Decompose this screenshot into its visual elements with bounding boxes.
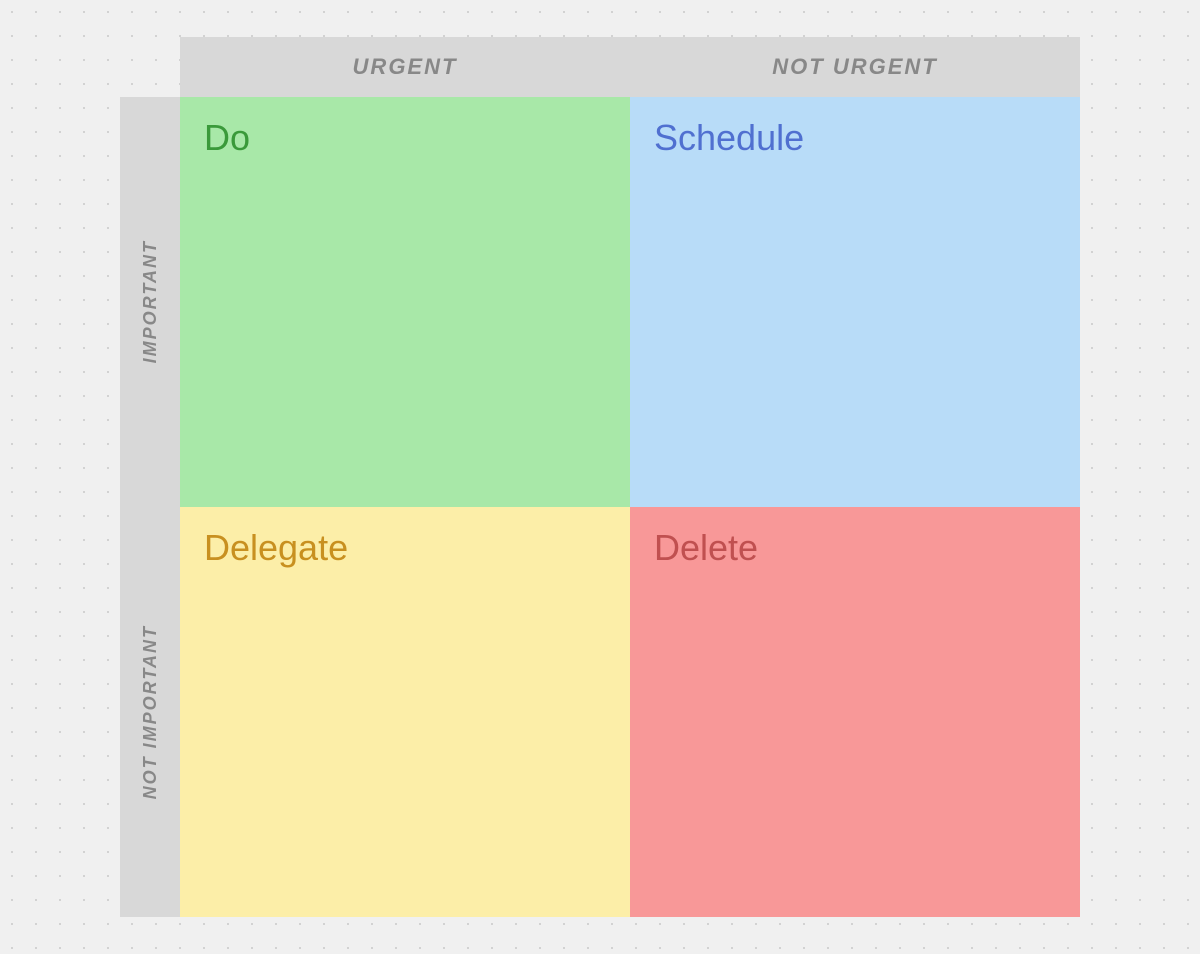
quadrant-schedule-label: Schedule bbox=[654, 117, 804, 158]
quadrant-schedule: Schedule bbox=[630, 97, 1080, 507]
quadrant-delete: Delete bbox=[630, 507, 1080, 917]
quadrant-do-label: Do bbox=[204, 117, 250, 158]
corner-cell bbox=[120, 37, 180, 97]
side-not-important: NOT IMPORTANT bbox=[120, 507, 180, 917]
header-not-urgent: NOT URGENT bbox=[630, 37, 1080, 97]
quadrant-delegate: Delegate bbox=[180, 507, 630, 917]
eisenhower-matrix: URGENT NOT URGENT IMPORTANT Do Schedule … bbox=[120, 37, 1080, 917]
header-urgent: URGENT bbox=[180, 37, 630, 97]
quadrant-delegate-label: Delegate bbox=[204, 527, 348, 568]
quadrant-do: Do bbox=[180, 97, 630, 507]
quadrant-delete-label: Delete bbox=[654, 527, 758, 568]
side-important: IMPORTANT bbox=[120, 97, 180, 507]
